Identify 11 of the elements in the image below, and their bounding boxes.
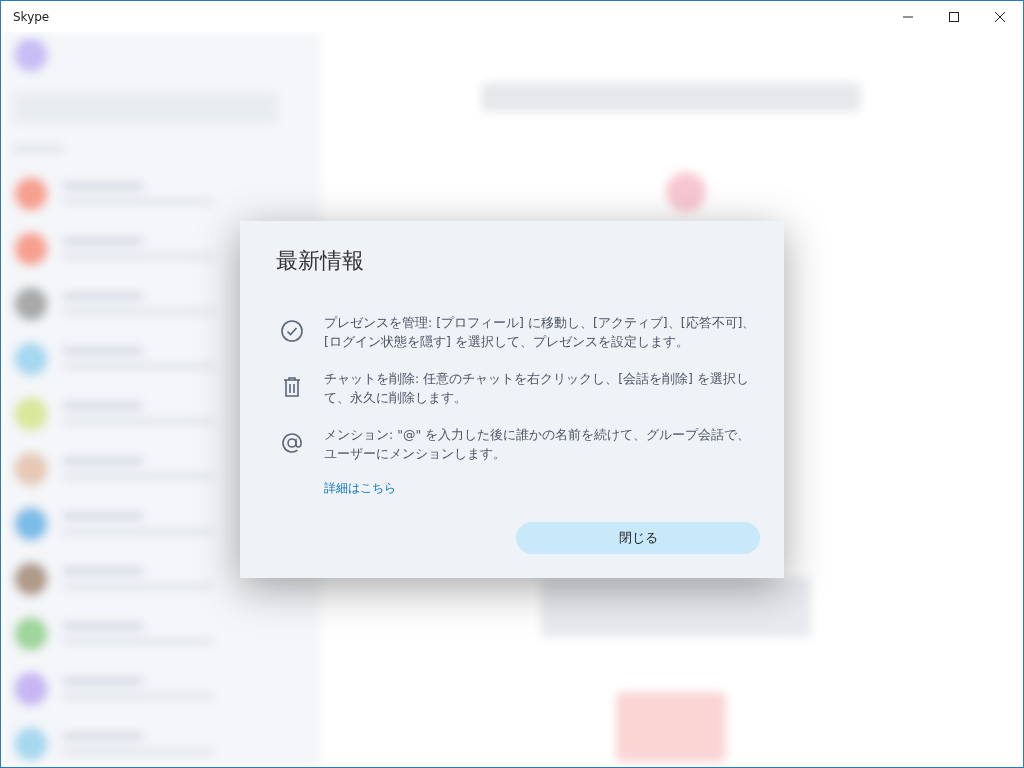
check-circle-icon xyxy=(280,319,304,343)
at-sign-icon xyxy=(280,431,304,455)
dialog-title: 最新情報 xyxy=(276,247,365,275)
close-icon[interactable] xyxy=(994,10,1006,23)
feature-description: チャットを削除: 任意のチャットを右クリックし、[会話を削除] を選択して、永久に削除します。 xyxy=(324,370,750,407)
feature-description: メンション: "@" を入力した後に誰かの名前を続けて、グループ会話で、ユーザーにメンションします。 xyxy=(324,426,752,463)
feature-description: プレゼンスを管理: [プロフィール] に移動し、[アクティブ]、[応答不可]、[ログイン状態を隠す] を選択して、プレゼンスを設定します。 xyxy=(324,314,756,351)
close-dialog-button[interactable]: 閉じる xyxy=(516,522,760,554)
learn-more-link[interactable]: 詳細はこちら xyxy=(324,481,396,496)
maximize-icon[interactable] xyxy=(948,10,960,23)
window-title: Skype xyxy=(13,9,50,24)
